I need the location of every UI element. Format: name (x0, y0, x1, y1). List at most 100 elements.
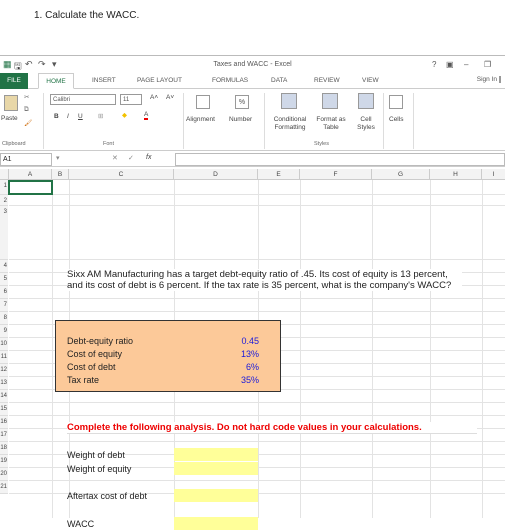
input-value[interactable]: 6% (219, 362, 259, 372)
row-header[interactable]: 21 (0, 481, 8, 494)
tab-data[interactable]: DATA (271, 73, 287, 89)
column-header[interactable]: G (372, 169, 430, 180)
percent-icon[interactable]: % (235, 95, 249, 109)
enter-icon[interactable]: ✓ (128, 154, 134, 162)
borders-icon[interactable]: ⊞ (98, 112, 103, 120)
row-header[interactable]: 8 (0, 312, 8, 325)
cancel-icon[interactable]: ✕ (112, 154, 118, 162)
row-header[interactable]: 18 (0, 442, 8, 455)
input-value[interactable]: 13% (219, 349, 259, 359)
row-header[interactable]: 16 (0, 416, 8, 429)
tab-file[interactable]: FILE (0, 73, 28, 89)
ribbon: Paste ✂ ⧉ 🖌 Clipboard Calibri 11 A˄ A˅ B… (0, 89, 505, 151)
row-header[interactable]: 2 (0, 195, 8, 206)
insert-function-icon[interactable]: fx (146, 154, 151, 161)
font-size-select[interactable]: 11 (120, 94, 142, 105)
italic-icon[interactable]: I (67, 113, 69, 120)
font-color-icon[interactable]: A (144, 111, 149, 120)
paste-label[interactable]: Paste (1, 115, 18, 122)
row-header[interactable]: 20 (0, 468, 8, 481)
restore-icon[interactable]: ❐ (484, 60, 491, 69)
tab-home[interactable]: HOME (38, 73, 74, 89)
copy-icon[interactable]: ⧉ (24, 106, 29, 114)
row-header[interactable]: 6 (0, 286, 8, 299)
number-button[interactable]: Number (229, 116, 252, 123)
alignment-icon[interactable] (196, 95, 210, 109)
column-header[interactable]: E (258, 169, 300, 180)
grow-font-icon[interactable]: A˄ (150, 94, 158, 101)
conditional-formatting-button[interactable]: Conditional Formatting (268, 116, 312, 132)
cells-icon[interactable] (389, 95, 403, 109)
alignment-button[interactable]: Alignment (186, 116, 215, 123)
column-header[interactable]: H (430, 169, 482, 180)
paste-icon[interactable] (4, 95, 18, 111)
ribbon-display-icon[interactable]: ▣ (446, 60, 454, 69)
title-bar: ▦ 🖫 ↶ ↷ ▾ Taxes and WACC - Excel ? ▣ – ❐ (0, 56, 505, 73)
format-as-table-icon[interactable] (322, 93, 338, 109)
name-box[interactable]: A1 (0, 153, 52, 166)
gridline (9, 298, 505, 299)
underline-icon[interactable]: U (78, 113, 83, 120)
row-header[interactable]: 9 (0, 325, 8, 338)
row-header[interactable]: 11 (0, 351, 8, 364)
tab-view[interactable]: VIEW (362, 73, 379, 89)
name-box-dropdown-icon[interactable]: ▾ (56, 154, 60, 162)
row-header[interactable]: 12 (0, 364, 8, 377)
sign-in-link[interactable]: Sign In (477, 76, 501, 83)
weight-of-equity-input[interactable] (174, 462, 258, 475)
font-name-select[interactable]: Calibri (50, 94, 116, 105)
format-painter-icon[interactable]: 🖌 (24, 119, 32, 127)
row-header[interactable]: 1 (0, 180, 8, 195)
row-header[interactable]: 15 (0, 403, 8, 416)
cell-styles-icon[interactable] (358, 93, 374, 109)
shrink-font-icon[interactable]: A˅ (166, 94, 174, 101)
row-header[interactable]: 3 (0, 206, 8, 260)
help-icon[interactable]: ? (432, 60, 436, 69)
input-value[interactable]: 35% (219, 375, 259, 385)
column-header[interactable]: C (69, 169, 174, 180)
tab-page-layout[interactable]: PAGE LAYOUT (137, 73, 182, 89)
row-header[interactable]: 4 (0, 260, 8, 273)
bold-icon[interactable]: B (54, 113, 59, 120)
divider (413, 93, 414, 149)
column-header[interactable]: D (174, 169, 258, 180)
formula-input[interactable] (175, 153, 505, 166)
question-text: 1. Calculate the WACC. (34, 10, 140, 21)
format-as-table-button[interactable]: Format as Table (314, 116, 348, 132)
row-header[interactable]: 14 (0, 390, 8, 403)
column-header[interactable]: I (482, 169, 505, 180)
problem-statement: Sixx AM Manufacturing has a target debt-… (67, 269, 462, 291)
column-header[interactable]: B (52, 169, 69, 180)
minimize-icon[interactable]: – (464, 60, 468, 69)
analysis-label: Weight of equity (67, 464, 132, 474)
row-header[interactable]: 10 (0, 338, 8, 351)
ribbon-tabs: FILE HOME INSERT PAGE LAYOUT FORMULAS DA… (0, 73, 505, 89)
select-all-corner[interactable] (0, 169, 9, 180)
row-header[interactable]: 17 (0, 429, 8, 442)
formula-bar: A1 ▾ ✕ ✓ fx (0, 152, 505, 167)
tab-insert[interactable]: INSERT (92, 73, 116, 89)
weight-of-debt-input[interactable] (174, 448, 258, 461)
row-header[interactable]: 5 (0, 273, 8, 286)
row-header[interactable]: 19 (0, 455, 8, 468)
column-header[interactable]: A (9, 169, 52, 180)
cells-button[interactable]: Cells (389, 116, 403, 123)
input-label: Tax rate (67, 375, 100, 385)
column-header[interactable]: F (300, 169, 372, 180)
analysis-label: Weight of debt (67, 450, 125, 460)
cut-icon[interactable]: ✂ (24, 93, 29, 101)
conditional-formatting-icon[interactable] (281, 93, 297, 109)
input-value[interactable]: 0.45 (219, 336, 259, 346)
fill-color-icon[interactable]: ◆ (122, 111, 127, 119)
worksheet-grid[interactable]: A B C D E F G H I 1 2 3 4 5 6 7 8 9 10 11 12 13 14 15 1… (0, 169, 505, 530)
aftertax-cost-of-debt-input[interactable] (174, 489, 258, 502)
gridline (9, 441, 505, 442)
row-header[interactable]: 13 (0, 377, 8, 390)
font-group-label: Font (103, 141, 115, 147)
wacc-input[interactable] (174, 517, 258, 530)
cell-styles-button[interactable]: Cell Styles (352, 116, 380, 132)
selected-cell-a1[interactable] (8, 180, 53, 195)
tab-formulas[interactable]: FORMULAS (212, 73, 248, 89)
tab-review[interactable]: REVIEW (314, 73, 340, 89)
row-header[interactable]: 7 (0, 299, 8, 312)
